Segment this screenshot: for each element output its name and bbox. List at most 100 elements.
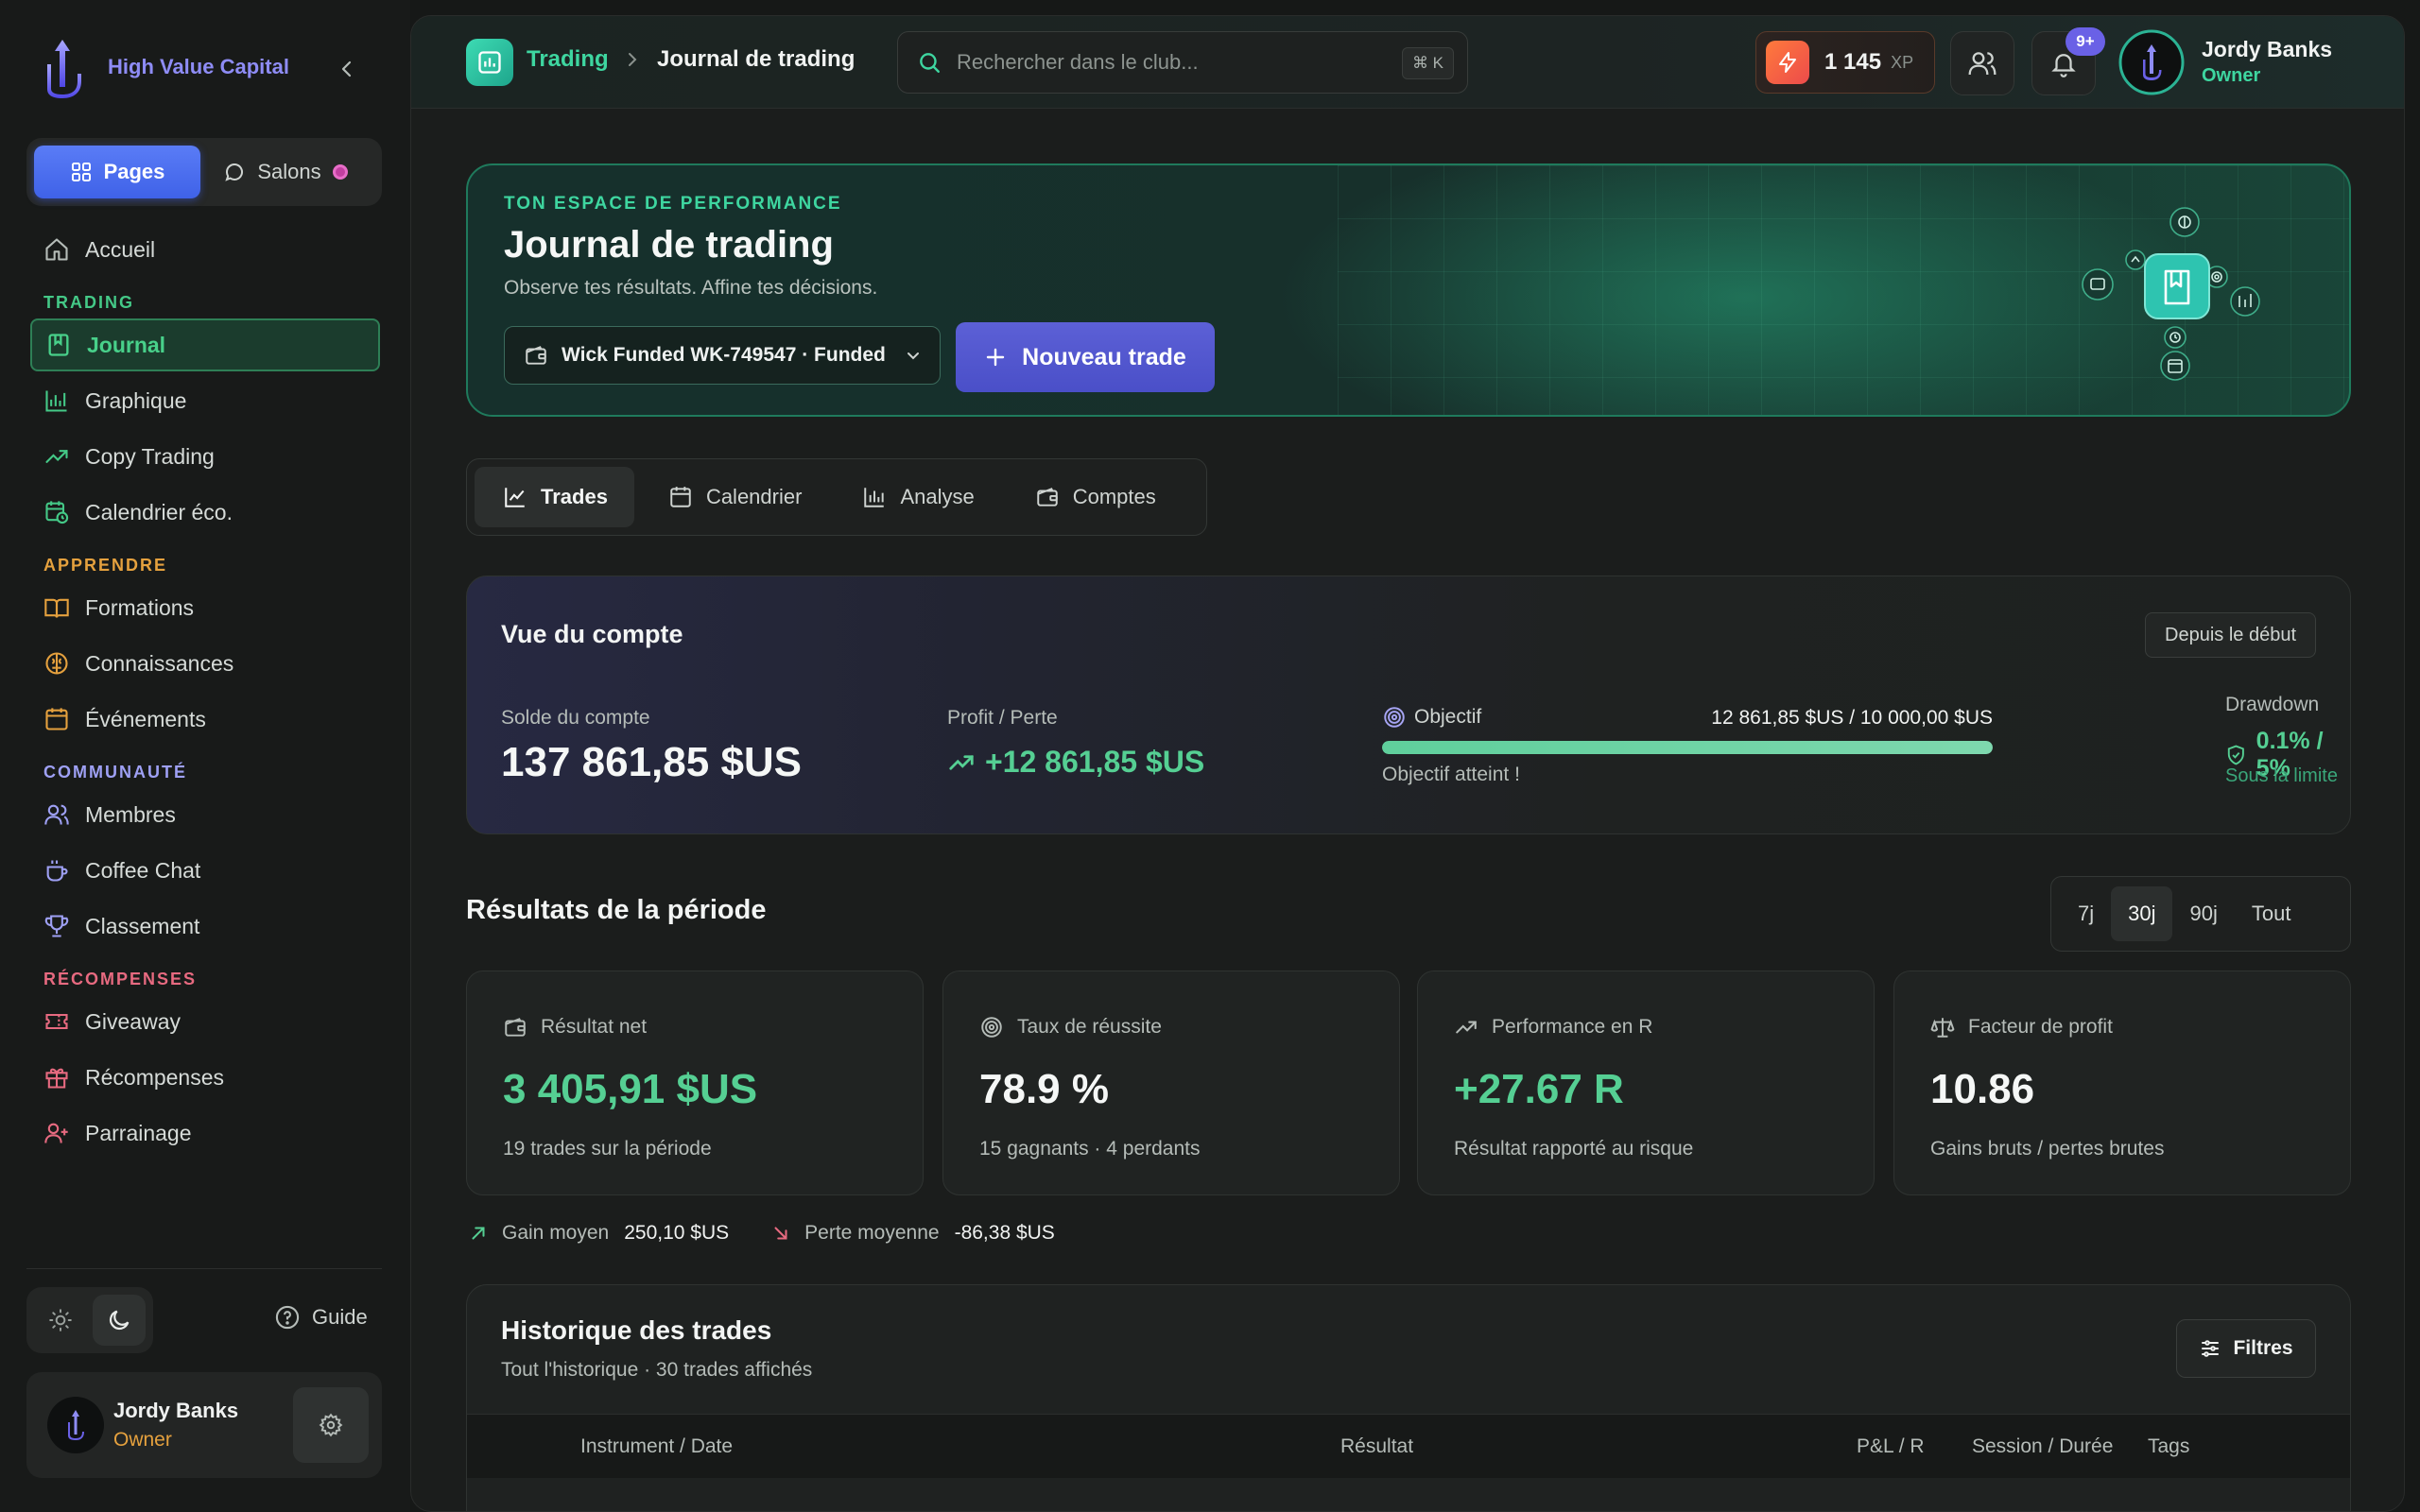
xp-unit: XP [1891,52,1914,72]
breadcrumb-trading[interactable]: Trading [527,46,609,73]
period-option-30d[interactable]: 30j [2111,886,2173,941]
column-header[interactable]: Résultat [1340,1435,1413,1458]
members-button[interactable] [1950,31,2014,95]
column-header[interactable]: P&L / R [1857,1435,1925,1458]
calendar-icon [45,708,68,730]
period-option-90d[interactable]: 90j [2172,886,2234,941]
tab-trades[interactable]: Trades [475,467,634,527]
journal-orbit-illustration [2082,207,2260,381]
new-trade-label: Nouveau trade [1022,343,1186,370]
trade-history-subtitle: Tout l'historique · 30 trades affichés [501,1359,813,1381]
hero-subtitle: Observe tes résultats. Affine tes décisi… [504,277,878,299]
calendar-icon [670,487,691,507]
sidebar-item-label: Parrainage [85,1120,192,1145]
sidebar-item-knowledge[interactable]: Connaissances [30,637,380,690]
tab-accounts[interactable]: Comptes [1007,467,1183,527]
chevron-down-icon [908,352,919,360]
page-title: Journal de trading [504,224,834,266]
range-select[interactable]: Depuis le début [2145,612,2316,658]
sidebar-item-label: Calendrier éco. [85,499,233,524]
sidebar-item-events[interactable]: Événements [30,693,380,746]
rooms-tab-label: Salons [257,160,321,183]
user-role: Owner [2202,65,2261,86]
tab-analysis[interactable]: Analyse [834,467,1000,527]
line-chart-icon [505,488,525,507]
target-icon [1384,707,1405,728]
collapse-sidebar-button[interactable] [333,55,361,83]
filters-button[interactable]: Filtres [2176,1319,2316,1378]
sidebar-item-journal[interactable]: Journal [30,318,380,371]
period-selector: 7j 30j 90j Tout [2050,876,2351,952]
rooms-tab[interactable]: Salons [200,146,371,198]
light-theme-button[interactable] [34,1295,87,1346]
kpi-net-result: Résultat net 3 405,91 $US 19 trades sur … [466,971,924,1195]
wallet-icon [526,346,546,365]
sidebar-item-courses[interactable]: Formations [30,581,380,634]
avatar[interactable] [2118,29,2185,95]
kpi-subtext: Gains bruts / pertes brutes [1930,1138,2165,1160]
column-header[interactable]: Session / Durée [1972,1435,2113,1458]
sidebar-item-label: Coffee Chat [85,857,201,883]
kpi-subtext: Résultat rapporté au risque [1454,1138,1694,1160]
kpi-header: Taux de réussite [979,1015,1162,1040]
sidebar-item-chart[interactable]: Graphique [30,374,380,427]
kpi-profit-factor: Facteur de profit 10.86 Gains bruts / pe… [1893,971,2351,1195]
theme-toggle [26,1287,153,1353]
sidebar-item-label: Membres [85,801,176,827]
sidebar-item-giveaway[interactable]: Giveaway [30,995,380,1048]
brand[interactable]: High Value Capital [42,36,289,98]
goal-label-group: Objectif [1382,705,1481,730]
pnl-value: +12 861,85 $US [985,745,1205,779]
brand-name: High Value Capital [108,55,289,78]
gift-icon [45,1068,68,1089]
sidebar-item-label: Formations [85,594,195,620]
chevron-left-icon [341,60,352,77]
kpi-r-performance: Performance en R +27.67 R Résultat rappo… [1417,971,1875,1195]
search-icon [920,53,940,73]
trade-history-title: Historique des trades [501,1315,772,1345]
tab-label: Analyse [900,485,975,508]
tab-calendar[interactable]: Calendrier [640,467,829,527]
avatar [47,1397,104,1453]
kpi-value: 78.9 % [979,1066,1109,1112]
sidebar-user-card[interactable]: Jordy Banks Owner [26,1372,382,1478]
pages-tab[interactable]: Pages [34,146,200,198]
new-trade-button[interactable]: Nouveau trade [956,322,1215,392]
sidebar-item-copy-trading[interactable]: Copy Trading [30,430,380,483]
sidebar-item-referral[interactable]: Parrainage [30,1107,380,1160]
sun-icon [49,1309,72,1332]
kpi-value: 3 405,91 $US [503,1066,758,1112]
dark-theme-button[interactable] [93,1295,146,1346]
account-select[interactable]: Wick Funded WK-749547 · Funded [504,326,941,385]
sidebar-item-ranking[interactable]: Classement [30,900,380,953]
sidebar-item-eco-calendar[interactable]: Calendrier éco. [30,486,380,539]
search-input[interactable]: Rechercher dans le club... ⌘ K [897,31,1468,94]
drawdown-label: Drawdown [2225,694,2320,715]
sidebar-item-rewards[interactable]: Récompenses [30,1051,380,1104]
trophy-icon [44,915,69,937]
coffee-icon [46,860,68,882]
sidebar-item-home[interactable]: Accueil [30,223,380,276]
rooms-unread-dot [332,164,348,180]
section-learn: APPRENDRE [43,556,168,575]
avg-gain-value: 250,10 $US [624,1222,730,1244]
journal-hero: TON ESPACE DE PERFORMANCE Journal de tra… [466,163,2351,417]
trending-up-icon [949,754,974,770]
hero-accent-line [704,415,837,417]
settings-button[interactable] [293,1387,369,1463]
period-option-all[interactable]: Tout [2235,886,2308,941]
sidebar-item-members[interactable]: Membres [30,788,380,841]
period-option-7d[interactable]: 7j [2061,886,2111,941]
journal-app-icon [466,39,513,86]
kpi-header: Résultat net [503,1015,647,1040]
trending-up-icon [45,450,68,463]
column-header[interactable]: Instrument / Date [580,1435,733,1458]
guide-link[interactable]: Guide [274,1304,368,1331]
chart-icon [45,390,67,412]
brain-icon [45,652,68,675]
sidebar-item-label: Classement [85,913,200,938]
goal-progress-bar [1382,741,1993,754]
xp-counter[interactable]: 1 145 XP [1755,31,1935,94]
sidebar-item-coffee-chat[interactable]: Coffee Chat [30,844,380,897]
column-header[interactable]: Tags [2148,1435,2189,1458]
